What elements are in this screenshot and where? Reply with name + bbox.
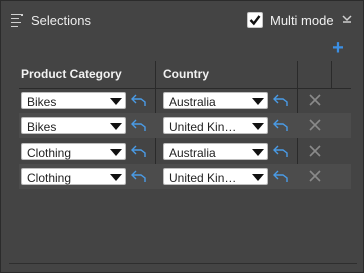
checkmark-icon [249, 15, 261, 26]
category-select[interactable]: Bikes [21, 117, 126, 134]
link-arrow-icon[interactable] [273, 94, 289, 107]
delete-icon[interactable] [308, 93, 322, 107]
category-select[interactable]: Clothing [21, 168, 126, 185]
link-arrow-icon[interactable] [273, 119, 289, 132]
column-header-country[interactable]: Country [163, 67, 209, 81]
link-arrow-icon[interactable] [131, 94, 147, 107]
category-select[interactable]: Bikes [21, 92, 126, 109]
country-select[interactable]: United Kin… [163, 168, 268, 185]
category-value: Clothing [27, 146, 72, 160]
country-value: Australia [169, 146, 216, 160]
table-row: Bikes Australia [19, 88, 351, 113]
column-divider [331, 61, 332, 89]
country-select[interactable]: United Kin… [163, 117, 268, 134]
panel-title: Selections [31, 13, 91, 28]
chevron-down-icon [110, 123, 122, 130]
table-row: Clothing United Kin… [19, 164, 351, 189]
country-value: United Kin… [169, 171, 237, 185]
chevron-down-icon [110, 98, 122, 105]
add-icon[interactable]: + [330, 38, 346, 58]
multi-mode-checkbox[interactable] [247, 12, 263, 28]
table-row: Clothing Australia [19, 139, 351, 164]
country-select[interactable]: Australia [163, 92, 268, 109]
collapse-icon[interactable] [341, 13, 353, 25]
category-select[interactable]: Clothing [21, 143, 126, 160]
link-arrow-icon[interactable] [131, 119, 147, 132]
link-arrow-icon[interactable] [273, 170, 289, 183]
link-arrow-icon[interactable] [131, 145, 147, 158]
menu-icon[interactable] [11, 14, 23, 27]
chevron-down-icon [252, 98, 264, 105]
country-value: Australia [169, 95, 216, 109]
category-value: Clothing [27, 171, 72, 185]
country-select[interactable]: Australia [163, 143, 268, 160]
chevron-down-icon [110, 149, 122, 156]
multi-mode-label[interactable]: Multi mode [270, 13, 334, 28]
panel-header: Selections Multi mode [1, 1, 363, 41]
category-value: Bikes [27, 120, 57, 134]
selections-panel: Selections Multi mode + Product Category… [0, 0, 364, 273]
link-arrow-icon[interactable] [131, 170, 147, 183]
country-value: United Kin… [169, 120, 237, 134]
chevron-down-icon [252, 149, 264, 156]
chevron-down-icon [252, 174, 264, 181]
delete-icon[interactable] [308, 118, 322, 132]
delete-icon[interactable] [308, 144, 322, 158]
delete-icon[interactable] [308, 169, 322, 183]
chevron-down-icon [110, 174, 122, 181]
link-arrow-icon[interactable] [273, 145, 289, 158]
column-header-product-category[interactable]: Product Category [21, 67, 122, 81]
category-value: Bikes [27, 95, 57, 109]
table-row: Bikes United Kin… [19, 113, 351, 138]
chevron-down-icon [252, 123, 264, 130]
panel-bottom-divider [9, 263, 357, 264]
